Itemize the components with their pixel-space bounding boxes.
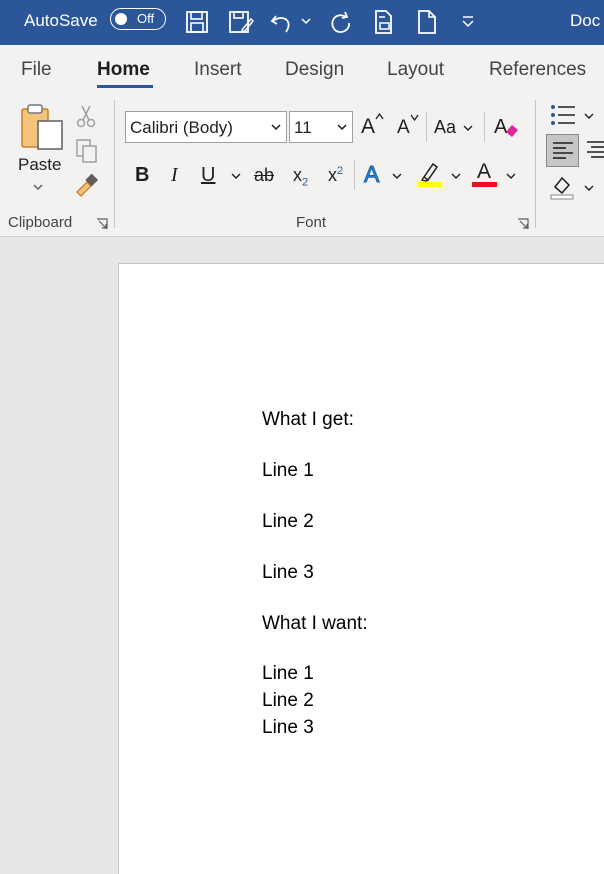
font-size-value: 11 [294, 118, 312, 137]
doc-line[interactable]: Line 2 [262, 690, 314, 712]
underline-button[interactable]: U [201, 164, 215, 187]
shading-icon[interactable] [549, 173, 577, 201]
italic-button[interactable]: I [171, 164, 178, 187]
subscript-mark: 2 [302, 176, 309, 189]
font-color-chevron-icon[interactable] [506, 172, 516, 180]
undo-icon[interactable] [268, 8, 296, 36]
text-effects-button[interactable]: A [363, 161, 379, 188]
document-title: Doc [570, 11, 601, 30]
align-center-icon[interactable] [586, 140, 604, 160]
tab-file[interactable]: File [21, 59, 52, 81]
highlighter-icon[interactable] [416, 160, 444, 188]
align-left-icon [553, 142, 573, 159]
svg-text:A: A [494, 116, 508, 138]
font-size-combo[interactable]: 11 [289, 111, 353, 143]
autosave-state: Off [137, 11, 155, 26]
font-color-button[interactable]: A [477, 160, 491, 184]
tab-insert[interactable]: Insert [194, 59, 242, 81]
paste-chevron-icon[interactable] [33, 183, 43, 191]
active-tab-indicator [97, 85, 153, 88]
customize-toolbar-icon[interactable] [461, 14, 475, 28]
tab-references[interactable]: References [489, 59, 586, 81]
document-page[interactable] [118, 263, 604, 874]
group-separator [426, 112, 427, 142]
tab-home[interactable]: Home [97, 59, 150, 81]
save-icon[interactable] [183, 8, 211, 36]
group-separator [114, 100, 115, 228]
paste-icon[interactable] [18, 103, 66, 153]
doc-line[interactable]: Line 2 [262, 511, 314, 533]
print-preview-icon[interactable] [370, 8, 398, 36]
bullets-chevron-icon[interactable] [584, 112, 594, 120]
format-painter-icon[interactable] [73, 172, 99, 198]
redo-icon[interactable] [326, 8, 354, 36]
shading-chevron-icon[interactable] [584, 184, 594, 192]
font-group-label: Font [296, 214, 327, 231]
paste-label[interactable]: Paste [18, 155, 61, 175]
change-case-button[interactable]: Aa [434, 117, 456, 138]
align-left-button[interactable] [546, 134, 579, 167]
copy-icon[interactable] [75, 138, 99, 164]
autosave-label: AutoSave [24, 11, 98, 30]
ribbon-tabs: File Home Insert Design Layout Reference… [0, 45, 604, 95]
group-separator [484, 112, 485, 142]
bullets-icon[interactable] [549, 102, 577, 128]
font-name-combo[interactable]: Calibri (Body) [125, 111, 287, 143]
subscript-base: x [293, 165, 302, 185]
superscript-button[interactable]: x2 [328, 165, 343, 186]
clipboard-group-label: Clipboard [8, 214, 73, 231]
clear-formatting-icon[interactable]: A [492, 112, 520, 140]
superscript-base: x [328, 165, 337, 185]
doc-line[interactable]: Line 3 [262, 562, 314, 584]
grow-caret-icon [375, 113, 384, 120]
clipboard-dialog-launcher-icon[interactable] [96, 218, 108, 230]
title-bar: AutoSave Off Doc [0, 0, 604, 45]
new-document-icon[interactable] [413, 8, 441, 36]
doc-line[interactable]: Line 1 [262, 460, 314, 482]
strikethrough-button[interactable]: ab [254, 165, 274, 186]
doc-line[interactable]: What I want: [262, 613, 368, 635]
underline-chevron-icon[interactable] [231, 172, 241, 180]
shrink-caret-icon [410, 114, 419, 121]
font-name-chevron-icon[interactable] [270, 119, 282, 135]
doc-line[interactable]: What I get: [262, 409, 354, 431]
doc-line[interactable]: Line 3 [262, 717, 314, 739]
grow-font-button[interactable]: A [361, 115, 375, 139]
font-name-value: Calibri (Body) [130, 118, 233, 137]
tab-design[interactable]: Design [285, 59, 344, 81]
group-separator [535, 100, 536, 228]
tab-layout[interactable]: Layout [387, 59, 444, 81]
doc-line[interactable]: Line 1 [262, 663, 314, 685]
group-separator [354, 160, 355, 190]
change-case-chevron-icon[interactable] [463, 124, 473, 132]
font-color-swatch [472, 182, 497, 187]
autosave-toggle[interactable]: Off [110, 8, 166, 30]
cut-icon[interactable] [75, 104, 97, 128]
undo-dropdown-chevron-icon[interactable] [301, 17, 311, 25]
bold-button[interactable]: B [135, 164, 149, 187]
subscript-button[interactable]: x2 [293, 165, 308, 189]
highlight-chevron-icon[interactable] [451, 172, 461, 180]
shrink-font-button[interactable]: A [397, 117, 410, 139]
save-edit-icon[interactable] [226, 8, 254, 36]
toggle-knob [115, 12, 127, 25]
text-effects-chevron-icon[interactable] [392, 172, 402, 180]
font-size-chevron-icon[interactable] [336, 119, 348, 135]
superscript-mark: 2 [337, 165, 344, 177]
font-dialog-launcher-icon[interactable] [517, 218, 529, 230]
